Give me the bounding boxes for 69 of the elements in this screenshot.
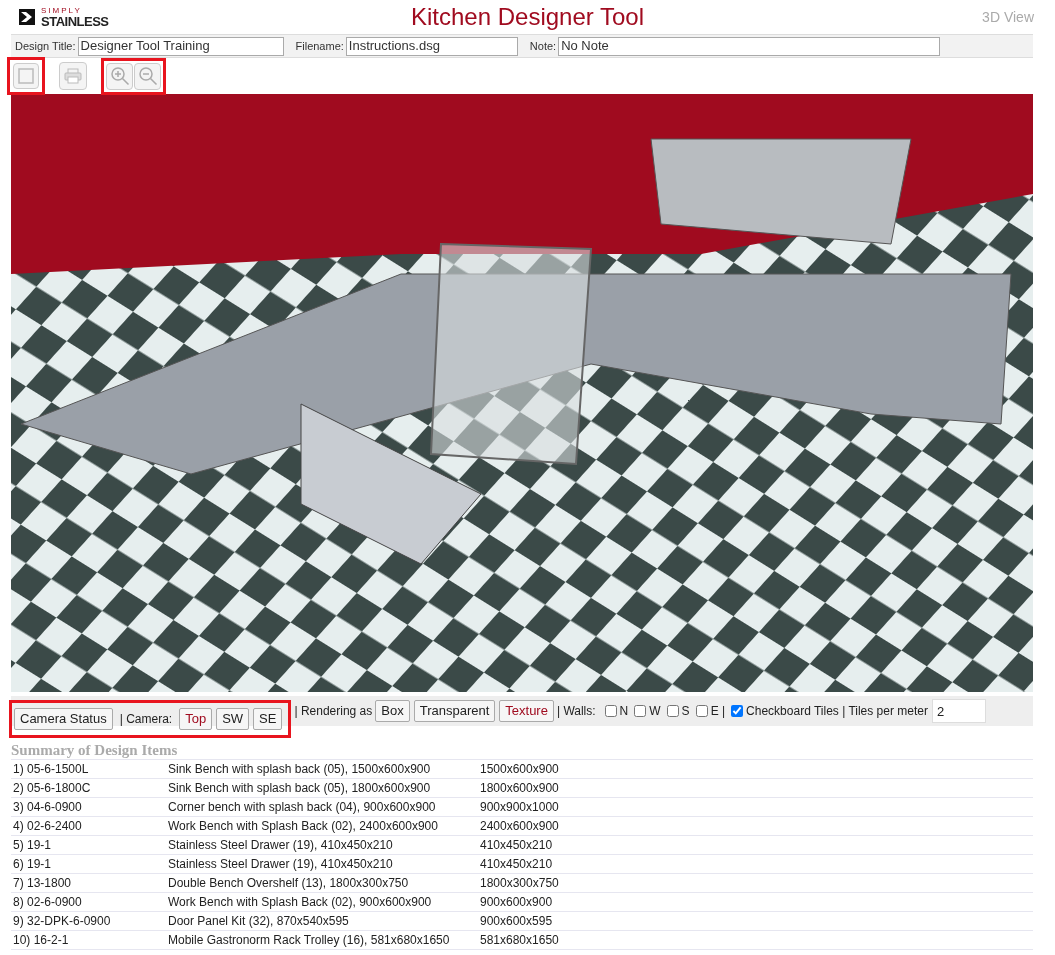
option-button[interactable]: Box xyxy=(375,700,410,722)
table-cell-text: 2) 05-6-1800C xyxy=(12,780,92,797)
checkbox[interactable] xyxy=(604,705,617,717)
checkbox-label: N xyxy=(619,703,629,720)
field-label: Filename: xyxy=(295,38,344,54)
table-cell-text: Sink Bench with splash back (05), 1500x600x900 xyxy=(168,761,432,778)
table-cell-text: 6) 19-1 xyxy=(12,856,53,873)
table-cell-text: 410x450x210 xyxy=(480,856,554,873)
table-cell-text: 9) 32-DPK-6-0900 xyxy=(12,913,112,930)
field-label: Design Title: xyxy=(15,38,76,54)
text-field[interactable]: No Note xyxy=(558,36,941,56)
table-cell-text: Door Panel Kit (32), 870x540x595 xyxy=(168,913,350,930)
checkbox[interactable] xyxy=(666,705,679,717)
table-cell-text: Sink Bench with splash back (05), 1800x600x900 xyxy=(168,780,432,797)
table-cell-text: Work Bench with Splash Back (02), 2400x600x900 xyxy=(168,818,439,835)
checkbox[interactable] xyxy=(695,705,708,717)
table-cell-text: 1800x600x900 xyxy=(480,780,560,797)
table-cell-text: 900x600x595 xyxy=(480,913,554,930)
option-button[interactable]: Texture xyxy=(499,700,554,722)
table-cell-text: 1) 05-6-1500L xyxy=(12,761,90,778)
checkbox[interactable] xyxy=(731,705,744,717)
zoom-in-icon xyxy=(109,66,130,86)
text-field[interactable]: Designer Tool Training xyxy=(77,36,284,56)
printer-icon xyxy=(64,68,82,84)
camera-label: | Camera: xyxy=(119,711,173,728)
zoom-out-button[interactable] xyxy=(134,62,161,90)
table-cell-text: Double Bench Overshelf (13), 1800x300x750 xyxy=(168,875,410,892)
table-cell-text: 900x600x900 xyxy=(480,894,554,911)
table-cell-text: Work Bench with Splash Back (02), 900x600x900 xyxy=(168,894,433,911)
table-cell-text: 10) 16-2-1 xyxy=(12,932,70,949)
table-cell-text: Stainless Steel Drawer (19), 410x450x210 xyxy=(168,856,394,873)
table-cell-text: 8) 02-6-0900 xyxy=(12,894,83,911)
page-title: Kitchen Designer Tool xyxy=(411,2,644,32)
checkbox-label: W xyxy=(649,703,661,720)
zoom-in-button[interactable] xyxy=(106,62,133,90)
number-field[interactable]: 2 xyxy=(931,699,986,723)
text-field[interactable]: Instructions.dsg xyxy=(345,36,518,56)
checkbox-label: E | xyxy=(710,703,726,720)
view-label: 3D View xyxy=(982,7,1034,27)
table-cell-text: 4) 02-6-2400 xyxy=(12,818,83,835)
logo-text: STAINLESS xyxy=(41,14,109,28)
option-button[interactable]: Top xyxy=(179,708,213,730)
zoom-out-icon xyxy=(137,66,158,86)
checkbox[interactable] xyxy=(634,705,647,717)
table-cell-text: 900x900x1000 xyxy=(480,799,560,816)
table-cell-text: Stainless Steel Drawer (19), 410x450x210 xyxy=(168,837,394,854)
rendering-label: | Rendering as xyxy=(294,703,373,720)
logo-text: SIMPLY xyxy=(41,6,83,15)
camera-status-button[interactable]: Camera Status xyxy=(14,708,113,730)
checkbox-label: S xyxy=(681,703,690,720)
field-label: Note: xyxy=(529,38,557,54)
option-button[interactable]: SE xyxy=(253,708,283,730)
option-button[interactable]: SW xyxy=(216,708,250,730)
blank-square-icon xyxy=(18,68,34,84)
table-cell-text: 2400x600x900 xyxy=(480,818,560,835)
table-cell-text: 7) 13-1800 xyxy=(12,875,73,892)
table-cell-text: Corner bench with splash back (04), 900x600x900 xyxy=(168,799,437,816)
logo-icon xyxy=(17,7,37,27)
table-cell-text: 3) 04-6-0900 xyxy=(12,799,83,816)
checkbox-label: Checkboard Tiles | Tiles per meter xyxy=(746,703,928,720)
table-cell-text: 410x450x210 xyxy=(480,837,554,854)
table-cell-text: Mobile Gastronorm Rack Trolley (16), 581x680x1650 xyxy=(168,932,451,949)
table-cell-text: 581x680x1650 xyxy=(480,932,560,949)
section-heading: Summary of Design Items xyxy=(11,741,179,759)
table-cell-text: 1500x600x900 xyxy=(480,761,560,778)
option-button[interactable]: Transparent xyxy=(413,700,496,722)
table-cell-text: 5) 19-1 xyxy=(12,837,53,854)
table-cell-text: 1800x300x750 xyxy=(480,875,560,892)
walls-label: | Walls: xyxy=(556,703,596,720)
